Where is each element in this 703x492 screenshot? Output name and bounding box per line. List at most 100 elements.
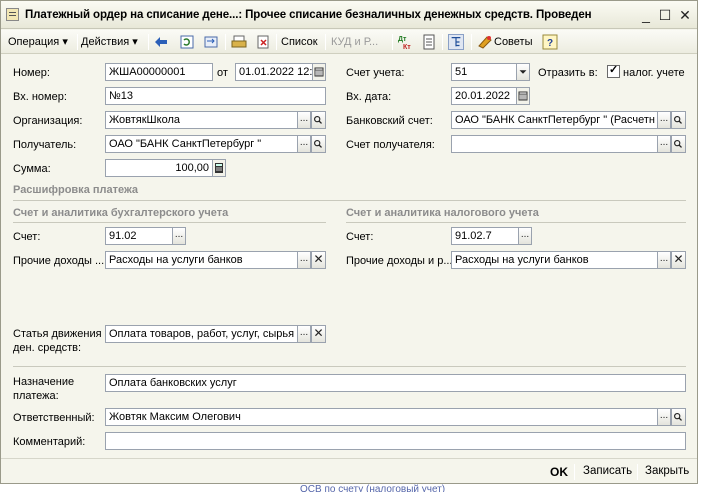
accounting-account-label: Счет: — [13, 231, 41, 243]
divider — [346, 222, 686, 223]
accounting-account-select-button[interactable]: ... — [172, 227, 186, 245]
calendar-icon[interactable] — [516, 87, 530, 105]
tax-other-income-label: Прочие доходы и р... — [346, 255, 453, 267]
cash-flow-select-button[interactable]: ... — [297, 325, 311, 343]
toolbar-separator — [276, 34, 277, 50]
tax-account-field[interactable]: 91.02.7 — [451, 227, 519, 245]
incoming-date-label: Вх. дата: — [346, 91, 392, 103]
payment-breakdown-title: Расшифровка платежа — [13, 184, 139, 196]
actions-menu[interactable]: Действия ▾ — [81, 34, 138, 50]
toolbar-separator — [148, 34, 149, 50]
search-icon[interactable] — [671, 135, 686, 153]
window-title: Платежный ордер на списание дене...: Про… — [25, 9, 592, 21]
operation-menu[interactable]: Операция ▾ — [8, 34, 68, 50]
app-icon — [6, 8, 19, 21]
divider — [13, 222, 326, 223]
list-button[interactable]: Список — [281, 34, 318, 50]
bank-account-field[interactable]: ОАО "БАНК СанктПетербург " (Расчетн — [451, 111, 658, 129]
date-field[interactable]: 01.01.2022 12:00:07 — [235, 63, 315, 81]
report-icon[interactable] — [421, 34, 437, 50]
organization-select-button[interactable]: ... — [297, 111, 311, 129]
search-icon[interactable] — [671, 408, 686, 426]
svg-text:?: ? — [547, 38, 553, 49]
dropdown-icon[interactable] — [516, 63, 530, 81]
tax-accounting-label: налог. учете — [623, 67, 685, 79]
search-icon[interactable] — [671, 111, 686, 129]
arrow-left-icon[interactable] — [153, 34, 169, 50]
calendar-icon[interactable] — [312, 63, 326, 81]
sum-field[interactable]: 100,00 — [105, 159, 213, 177]
clear-icon[interactable]: ✕ — [671, 251, 686, 269]
sum-label: Сумма: — [13, 163, 51, 175]
print-icon[interactable] — [231, 34, 247, 50]
tax-other-income-select-button[interactable]: ... — [657, 251, 671, 269]
clear-icon[interactable]: ✕ — [311, 325, 326, 343]
accounting-account-field[interactable]: 91.02 — [105, 227, 173, 245]
cash-flow-field[interactable]: Оплата товаров, работ, услуг, сырья — [105, 325, 298, 343]
kudir-button[interactable]: КУД и Р... — [331, 34, 378, 50]
purpose-field[interactable]: Оплата банковских услуг — [105, 374, 686, 392]
cash-flow-label: Статья движения ден. средств: — [13, 328, 102, 354]
tips-button[interactable]: Советы — [494, 34, 532, 50]
recipient-label: Получатель: — [13, 139, 77, 151]
dt-kt-icon[interactable]: ДтКт — [397, 34, 413, 50]
organization-label: Организация: — [13, 115, 83, 127]
refresh-icon[interactable] — [179, 34, 195, 50]
toolbar-separator — [637, 464, 638, 480]
maximize-button[interactable]: ☐ — [657, 7, 673, 23]
responsible-field[interactable]: Жовтяк Максим Олегович — [105, 408, 658, 426]
background-window-strip: ОСВ по счету (налоговый учет) — [300, 484, 446, 492]
recipient-select-button[interactable]: ... — [297, 135, 311, 153]
date-from-label: от — [217, 67, 228, 79]
tax-accounting-checkbox[interactable] — [607, 63, 620, 78]
responsible-select-button[interactable]: ... — [657, 408, 671, 426]
close-window-button[interactable]: ✕ — [677, 7, 693, 23]
structure-icon[interactable] — [448, 34, 464, 50]
account-field[interactable]: 51 — [451, 63, 517, 81]
incoming-date-field[interactable]: 20.01.2022 — [451, 87, 517, 105]
search-icon[interactable] — [311, 111, 326, 129]
incoming-number-label: Вх. номер: — [13, 91, 67, 103]
delete-icon[interactable] — [255, 34, 271, 50]
save-button[interactable]: Записать — [583, 465, 632, 477]
comment-field[interactable] — [105, 432, 686, 450]
toolbar-separator — [325, 34, 326, 50]
svg-text:Кт: Кт — [403, 44, 411, 50]
help-icon[interactable]: ? — [542, 34, 558, 50]
close-button[interactable]: Закрыть — [645, 465, 689, 477]
recipient-account-field[interactable] — [451, 135, 658, 153]
calculator-icon[interactable] — [212, 159, 226, 177]
tax-section-title: Счет и аналитика налогового учета — [346, 207, 539, 219]
bank-account-label: Банковский счет: — [346, 115, 433, 127]
accounting-other-income-field[interactable]: Расходы на услуги банков — [105, 251, 298, 269]
recipient-account-label: Счет получателя: — [346, 139, 435, 151]
title-bar: Платежный ордер на списание дене...: Про… — [1, 1, 697, 29]
footer-bar: OK Записать Закрыть — [1, 460, 697, 484]
tips-icon — [478, 36, 492, 49]
incoming-number-field[interactable]: №13 — [105, 87, 326, 105]
minimize-button[interactable]: _ — [638, 7, 654, 23]
clear-icon[interactable]: ✕ — [311, 251, 326, 269]
recipient-field[interactable]: ОАО "БАНК СанктПетербург " — [105, 135, 298, 153]
toolbar: Операция ▾ Действия ▾ Список КУД и Р... … — [1, 30, 697, 54]
divider — [13, 200, 686, 201]
toolbar-separator — [77, 34, 78, 50]
account-label: Счет учета: — [346, 67, 405, 79]
responsible-label: Ответственный: — [13, 412, 95, 424]
swap-icon[interactable] — [203, 34, 219, 50]
search-icon[interactable] — [311, 135, 326, 153]
divider — [13, 366, 686, 367]
accounting-other-income-select-button[interactable]: ... — [297, 251, 311, 269]
bank-account-select-button[interactable]: ... — [657, 111, 671, 129]
comment-label: Комментарий: — [13, 436, 86, 448]
divider — [1, 458, 697, 459]
organization-field[interactable]: ЖовтякШкола — [105, 111, 298, 129]
tax-other-income-field[interactable]: Расходы на услуги банков — [451, 251, 658, 269]
tax-account-select-button[interactable]: ... — [518, 227, 532, 245]
recipient-account-select-button[interactable]: ... — [657, 135, 671, 153]
toolbar-separator — [392, 34, 393, 50]
accounting-other-income-label: Прочие доходы ... — [13, 255, 105, 267]
toolbar-separator — [225, 34, 226, 50]
ok-button[interactable]: OK — [550, 465, 568, 479]
number-field[interactable]: ЖША00000001 — [105, 63, 213, 81]
